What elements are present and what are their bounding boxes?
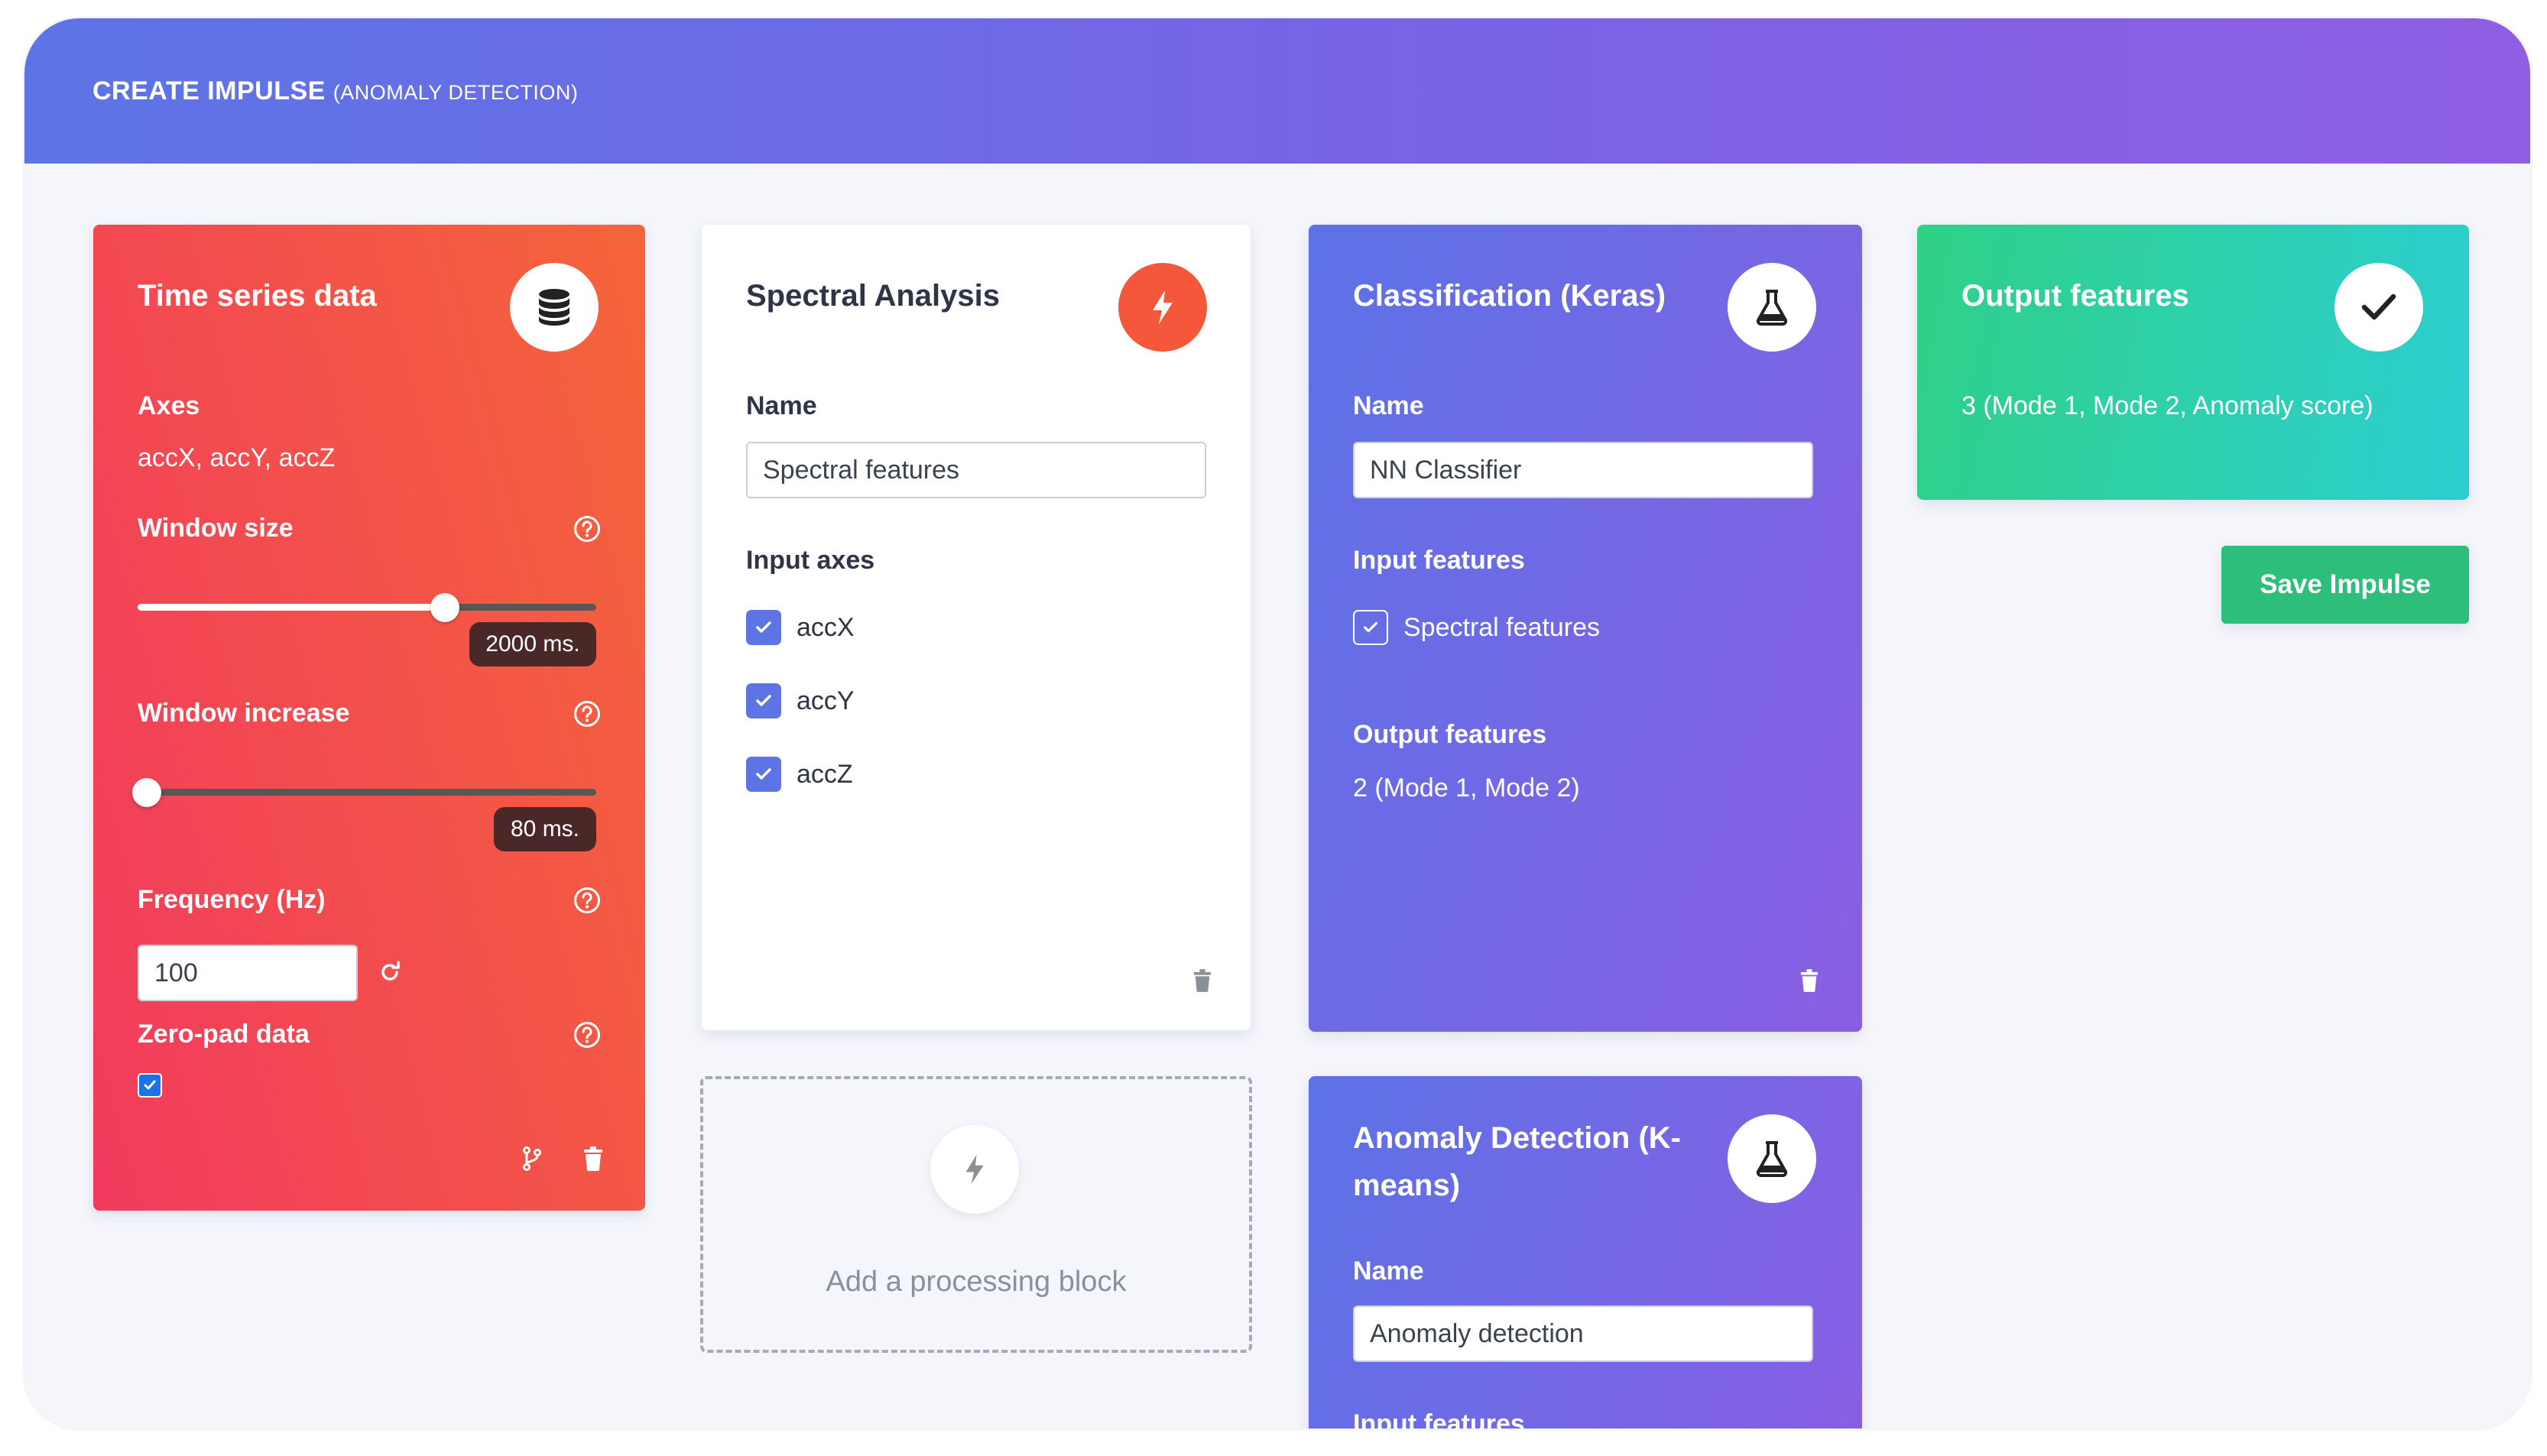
window-increase-slider[interactable]	[132, 778, 596, 807]
reset-frequency-icon[interactable]	[378, 960, 402, 984]
classification-title: Classification (Keras)	[1353, 279, 1666, 313]
axis-label-accy: accY	[797, 686, 855, 715]
delete-icon[interactable]	[582, 1146, 604, 1171]
output-features-value: 3 (Mode 1, Mode 2, Anomaly score)	[1961, 391, 2373, 420]
bolt-icon	[1118, 263, 1207, 352]
classification-output-features-value: 2 (Mode 1, Mode 2)	[1353, 773, 1580, 803]
checkmark-icon	[2334, 263, 2423, 352]
anomaly-input-features-label: Input features	[1353, 1409, 1525, 1428]
output-features-title: Output features	[1961, 279, 2189, 313]
app-frame: CREATE IMPULSE (ANOMALY DETECTION) Time …	[24, 18, 2530, 1428]
save-impulse-label: Save Impulse	[2260, 569, 2431, 599]
zero-pad-label: Zero-pad data	[138, 1020, 310, 1049]
zero-pad-checkbox[interactable]	[138, 1073, 162, 1098]
delete-icon[interactable]	[1799, 969, 1819, 992]
window-size-slider-thumb[interactable]	[430, 593, 459, 622]
page-subtitle: (ANOMALY DETECTION)	[333, 81, 579, 104]
flask-icon	[1728, 263, 1816, 352]
anomaly-name-input[interactable]	[1353, 1305, 1813, 1362]
time-series-title: Time series data	[138, 279, 377, 313]
classification-output-features-label: Output features	[1353, 720, 1547, 749]
page-title: CREATE IMPULSE (ANOMALY DETECTION)	[92, 76, 578, 106]
classification-name-label: Name	[1353, 391, 1424, 420]
anomaly-detection-card: Anomaly Detection (K-means) Name Input f…	[1309, 1076, 1862, 1428]
axis-checkbox-accy[interactable]	[746, 683, 781, 718]
flask-icon	[1728, 1114, 1816, 1203]
input-feature-checkbox[interactable]	[1353, 610, 1388, 645]
spectral-name-input[interactable]	[746, 442, 1206, 498]
classification-name-input[interactable]	[1353, 442, 1813, 498]
page-header: CREATE IMPULSE (ANOMALY DETECTION)	[24, 18, 2530, 164]
classification-input-features-label: Input features	[1353, 546, 1525, 575]
time-series-card: Time series data Axes accX, accY, accZ W…	[93, 225, 645, 1211]
classification-card: Classification (Keras) Name Input featur…	[1309, 225, 1862, 1032]
frequency-help-icon[interactable]	[573, 887, 601, 914]
axis-label-accx: accX	[797, 613, 855, 642]
window-increase-help-icon[interactable]	[573, 700, 601, 728]
window-increase-slider-thumb[interactable]	[132, 778, 161, 807]
anomaly-name-label: Name	[1353, 1257, 1424, 1286]
window-increase-value: 80 ms.	[494, 807, 596, 851]
window-size-label: Window size	[138, 514, 294, 543]
zero-pad-help-icon[interactable]	[573, 1021, 601, 1049]
input-feature-label: Spectral features	[1403, 613, 1601, 642]
frequency-label: Frequency (Hz)	[138, 885, 326, 914]
branch-icon[interactable]	[521, 1146, 543, 1171]
window-increase-label: Window increase	[138, 699, 350, 728]
delete-icon[interactable]	[1192, 969, 1212, 992]
database-icon	[510, 263, 599, 352]
input-axes-label: Input axes	[746, 546, 875, 575]
axis-checkbox-accx[interactable]	[746, 610, 781, 645]
bolt-icon	[930, 1125, 1019, 1214]
axes-value: accX, accY, accZ	[138, 443, 336, 472]
axis-checkbox-accz[interactable]	[746, 757, 781, 792]
page-title-text: CREATE IMPULSE	[92, 76, 326, 105]
window-size-help-icon[interactable]	[573, 515, 601, 543]
spectral-name-label: Name	[746, 391, 817, 420]
save-impulse-button[interactable]: Save Impulse	[2221, 546, 2469, 624]
axes-label: Axes	[138, 391, 200, 420]
output-features-card: Output features 3 (Mode 1, Mode 2, Anoma…	[1917, 225, 2469, 500]
spectral-analysis-title: Spectral Analysis	[746, 279, 1001, 313]
anomaly-detection-title: Anomaly Detection (K-means)	[1353, 1121, 1681, 1202]
window-size-value: 2000 ms.	[469, 622, 596, 666]
spectral-analysis-card: Spectral Analysis Name Input axes accX a…	[702, 225, 1251, 1030]
frequency-input[interactable]	[138, 945, 358, 1001]
axis-label-accz: accZ	[797, 760, 853, 789]
add-processing-block-label: Add a processing block	[826, 1266, 1127, 1298]
add-processing-block[interactable]: Add a processing block	[700, 1076, 1252, 1353]
window-size-slider[interactable]	[138, 593, 596, 622]
window-size-slider-fill	[138, 604, 445, 611]
